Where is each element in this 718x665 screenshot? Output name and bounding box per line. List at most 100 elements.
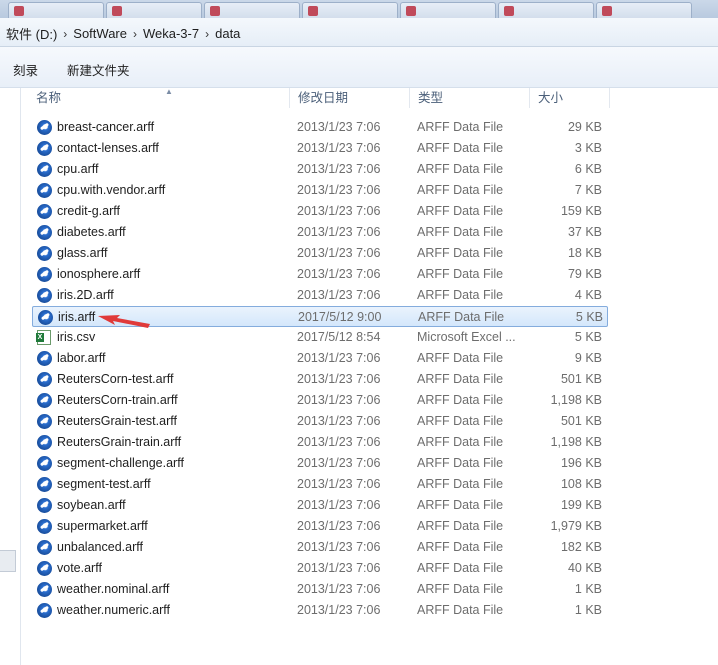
new-folder-button[interactable]: 新建文件夹 <box>67 60 130 79</box>
file-row[interactable]: iris.arff 2017/5/12 9:00 ARFF Data File 5 K… <box>32 306 608 327</box>
file-row[interactable]: soybean.arff 2013/1/23 7:06 ARFF Data File… <box>32 495 608 516</box>
file-type: ARFF Data File <box>417 267 504 281</box>
file-name: segment-test.arff <box>57 477 151 491</box>
burn-button[interactable]: 刻录 <box>13 60 38 79</box>
file-date: 2013/1/23 7:06 <box>297 519 381 533</box>
breadcrumb-chevron-icon[interactable]: › <box>133 27 137 41</box>
file-row[interactable]: cpu.arff 2013/1/23 7:06 ARFF Data File 6 KB <box>32 159 608 180</box>
file-row[interactable]: ReutersGrain-test.arff 2013/1/23 7:06 ARFF… <box>32 411 608 432</box>
file-name: iris.csv <box>57 330 96 344</box>
file-type: ARFF Data File <box>417 561 504 575</box>
file-row[interactable]: cpu.with.vendor.arff 2013/1/23 7:06 ARFF D… <box>32 180 608 201</box>
file-size: 9 KB <box>574 351 602 365</box>
weka-arff-icon <box>37 540 52 555</box>
file-row[interactable]: iris.2D.arff 2013/1/23 7:06 ARFF Data File… <box>32 285 608 306</box>
browser-tab-strip <box>0 0 718 18</box>
file-type: ARFF Data File <box>417 183 504 197</box>
file-row[interactable]: ReutersGrain-train.arff 2013/1/23 7:06 ARF… <box>32 432 608 453</box>
file-size: 182 KB <box>560 540 602 554</box>
file-size: 18 KB <box>567 246 602 260</box>
file-date: 2013/1/23 7:06 <box>297 183 381 197</box>
file-date: 2013/1/23 7:06 <box>297 351 381 365</box>
weka-arff-icon <box>37 204 52 219</box>
file-name: diabetes.arff <box>57 225 126 239</box>
background-tab[interactable] <box>302 2 398 18</box>
file-name: cpu.with.vendor.arff <box>57 183 166 197</box>
file-row[interactable]: credit-g.arff 2013/1/23 7:06 ARFF Data Fil… <box>32 201 608 222</box>
file-date: 2013/1/23 7:06 <box>297 267 381 281</box>
file-row[interactable]: segment-challenge.arff 2013/1/23 7:06 ARFF… <box>32 453 608 474</box>
file-row[interactable]: unbalanced.arff 2013/1/23 7:06 ARFF Data F… <box>32 537 608 558</box>
background-tab[interactable] <box>498 2 594 18</box>
background-tab[interactable] <box>106 2 202 18</box>
file-name: labor.arff <box>57 351 106 365</box>
file-size: 199 KB <box>560 498 602 512</box>
file-type: ARFF Data File <box>417 603 504 617</box>
file-row[interactable]: weather.nominal.arff 2013/1/23 7:06 ARFF D… <box>32 579 608 600</box>
file-row[interactable]: supermarket.arff 2013/1/23 7:06 ARFF Data … <box>32 516 608 537</box>
column-header: 名称 ▲ 修改日期 类型 大小 <box>20 87 718 108</box>
breadcrumb-drive[interactable]: 软件 (D:) <box>6 24 57 43</box>
weka-arff-icon <box>37 603 52 618</box>
column-type-label: 类型 <box>418 91 444 105</box>
file-size: 196 KB <box>560 456 602 470</box>
file-row[interactable]: vote.arff 2013/1/23 7:06 ARFF Data File 40 … <box>32 558 608 579</box>
weka-arff-icon <box>37 267 52 282</box>
weka-arff-icon <box>37 162 52 177</box>
file-row[interactable]: ReutersCorn-train.arff 2013/1/23 7:06 ARFF… <box>32 390 608 411</box>
file-type: ARFF Data File <box>417 162 504 176</box>
breadcrumb-weka[interactable]: Weka-3-7 <box>143 26 199 41</box>
file-date: 2013/1/23 7:06 <box>297 120 381 134</box>
breadcrumb-chevron-icon[interactable]: › <box>63 27 67 41</box>
file-name: ReutersGrain-train.arff <box>57 435 182 449</box>
file-date: 2013/1/23 7:06 <box>297 540 381 554</box>
column-name-label: 名称 <box>36 91 62 105</box>
file-date: 2017/5/12 8:54 <box>297 330 381 344</box>
weka-arff-icon <box>37 141 52 156</box>
file-size: 1 KB <box>574 582 602 596</box>
file-date: 2013/1/23 7:06 <box>297 414 381 428</box>
column-type[interactable]: 类型 <box>410 88 530 108</box>
file-size: 37 KB <box>567 225 602 239</box>
file-size: 6 KB <box>574 162 602 176</box>
file-type: ARFF Data File <box>417 477 504 491</box>
file-row[interactable]: glass.arff 2013/1/23 7:06 ARFF Data File 18… <box>32 243 608 264</box>
file-date: 2013/1/23 7:06 <box>297 225 381 239</box>
column-date[interactable]: 修改日期 <box>290 88 410 108</box>
file-date: 2013/1/23 7:06 <box>297 288 381 302</box>
column-name[interactable]: 名称 ▲ <box>28 87 290 108</box>
file-name: ReutersCorn-train.arff <box>57 393 178 407</box>
file-row[interactable]: ionosphere.arff 2013/1/23 7:06 ARFF Data F… <box>32 264 608 285</box>
file-type: ARFF Data File <box>417 372 504 386</box>
background-tab[interactable] <box>596 2 692 18</box>
file-name: ReutersCorn-test.arff <box>57 372 174 386</box>
file-row[interactable]: iris.csv 2017/5/12 8:54 Microsoft Excel ..… <box>32 327 608 348</box>
column-size[interactable]: 大小 <box>530 88 610 108</box>
file-name: weather.nominal.arff <box>57 582 170 596</box>
pane-scroll-handle[interactable] <box>0 550 16 572</box>
file-size: 5 KB <box>574 330 602 344</box>
background-tab[interactable] <box>8 2 104 18</box>
file-size: 501 KB <box>560 414 602 428</box>
weka-arff-icon <box>37 414 52 429</box>
file-date: 2013/1/23 7:06 <box>297 477 381 491</box>
address-bar[interactable]: 软件 (D:) › SoftWare › Weka-3-7 › data <box>0 18 718 47</box>
background-tab[interactable] <box>400 2 496 18</box>
file-row[interactable]: breast-cancer.arff 2013/1/23 7:06 ARFF Dat… <box>32 117 608 138</box>
file-row[interactable]: diabetes.arff 2013/1/23 7:06 ARFF Data Fil… <box>32 222 608 243</box>
file-row[interactable]: ReutersCorn-test.arff 2013/1/23 7:06 ARFF … <box>32 369 608 390</box>
file-row[interactable]: weather.numeric.arff 2013/1/23 7:06 ARFF D… <box>32 600 608 621</box>
file-row[interactable]: segment-test.arff 2013/1/23 7:06 ARFF Data… <box>32 474 608 495</box>
breadcrumb-data[interactable]: data <box>215 26 240 41</box>
file-date: 2013/1/23 7:06 <box>297 393 381 407</box>
file-row[interactable]: contact-lenses.arff 2013/1/23 7:06 ARFF Da… <box>32 138 608 159</box>
breadcrumb-software[interactable]: SoftWare <box>73 26 127 41</box>
file-row[interactable]: labor.arff 2013/1/23 7:06 ARFF Data File 9 … <box>32 348 608 369</box>
file-type: ARFF Data File <box>417 225 504 239</box>
file-name: unbalanced.arff <box>57 540 143 554</box>
file-size: 1,979 KB <box>550 519 602 533</box>
file-name: ReutersGrain-test.arff <box>57 414 177 428</box>
file-date: 2013/1/23 7:06 <box>297 141 381 155</box>
breadcrumb-chevron-icon[interactable]: › <box>205 27 209 41</box>
background-tab[interactable] <box>204 2 300 18</box>
